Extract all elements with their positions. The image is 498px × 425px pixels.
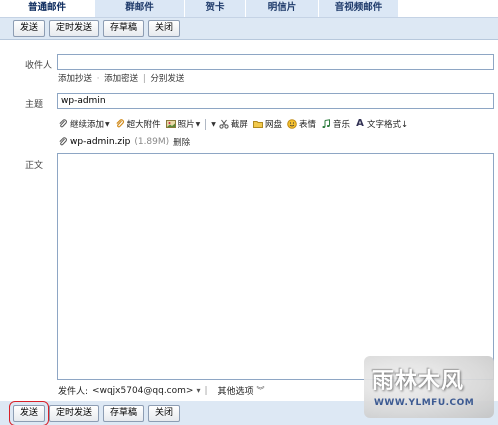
text-format-button[interactable]: A 文字格式↓ xyxy=(355,118,409,131)
sender-address[interactable]: <wqjx5704@qq.com> xyxy=(92,386,193,396)
recipient-input[interactable] xyxy=(57,54,494,70)
tab-video-mail[interactable]: 音视频邮件 xyxy=(319,0,399,17)
smiley-icon xyxy=(287,119,297,129)
watermark-title: 雨林木风 xyxy=(372,369,465,394)
attachment-size: (1.89M) xyxy=(134,137,170,147)
photo-button[interactable]: 照片 ▼ xyxy=(165,118,201,130)
chevron-down-icon[interactable]: ▼ xyxy=(211,121,216,128)
other-options-link[interactable]: 其他选项 xyxy=(218,384,254,397)
continue-add-button[interactable]: 继续添加 ▼ xyxy=(58,118,110,130)
chevron-down-icon[interactable]: ▼ xyxy=(105,121,110,128)
continue-add-label: 继续添加 xyxy=(70,120,105,130)
attachment-item: wp-admin.zip (1.89M) 删除 xyxy=(58,136,190,148)
tab-group-mail[interactable]: 群邮件 xyxy=(95,0,185,17)
attachment-toolbar: 继续添加 ▼ 超大附件 照片 ▼ ▼ 截屏 网盘 表情 音乐 A 文字格式↓ xyxy=(58,118,413,130)
add-cc-link[interactable]: 添加抄送 xyxy=(58,74,92,84)
subject-label: 主题 xyxy=(25,100,44,110)
delete-attachment-link[interactable]: 删除 xyxy=(173,136,190,148)
attachment-filename: wp-admin.zip xyxy=(70,137,131,147)
super-attachment-button[interactable]: 超大附件 xyxy=(115,118,161,130)
large-attachment-icon xyxy=(115,119,125,129)
screenshot-label: 截屏 xyxy=(230,120,248,130)
music-button[interactable]: 音乐 xyxy=(321,118,350,130)
music-label: 音乐 xyxy=(332,120,350,130)
photo-label: 照片 xyxy=(177,120,195,130)
netdisk-button[interactable]: 网盘 xyxy=(252,118,282,130)
text-format-label: 文字格式↓ xyxy=(366,120,409,130)
music-note-icon xyxy=(321,119,331,129)
super-attachment-label: 超大附件 xyxy=(126,120,161,130)
photo-icon xyxy=(165,119,176,129)
sender-row: 发件人: <wqjx5704@qq.com> ▾ | 其他选项 ︾ xyxy=(58,384,265,398)
add-bcc-link[interactable]: 添加密送 xyxy=(104,74,138,84)
recipient-label: 收件人 xyxy=(25,61,53,71)
save-draft-button[interactable]: 存草稿 xyxy=(103,20,145,37)
mail-type-tabs: 普通邮件 群邮件 贺卡 明信片 音视频邮件 xyxy=(0,0,498,17)
close-button[interactable]: 关闭 xyxy=(148,20,181,37)
tab-greeting-card[interactable]: 贺卡 xyxy=(185,0,246,17)
tab-bar-filler xyxy=(399,0,498,17)
separate-send-link[interactable]: 分别发送 xyxy=(150,74,184,84)
recipient-links: 添加抄送 · 添加密送 | 分别发送 xyxy=(58,72,184,84)
text-format-icon: A xyxy=(356,118,364,129)
tab-postcard[interactable]: 明信片 xyxy=(246,0,319,17)
compose-form: 收件人 添加抄送 · 添加密送 | 分别发送 主题 wp-admin 继续添加 … xyxy=(0,39,498,401)
chevron-down-icon[interactable]: ▾ xyxy=(196,386,200,395)
save-draft-button[interactable]: 存草稿 xyxy=(103,404,145,422)
subject-input[interactable]: wp-admin xyxy=(57,93,494,109)
scissors-icon xyxy=(219,119,229,129)
body-editor[interactable] xyxy=(57,153,494,380)
watermark-url: WWW.YLMFU.COM xyxy=(374,398,475,408)
emoji-label: 表情 xyxy=(298,120,316,130)
double-chevron-down-icon[interactable]: ︾ xyxy=(257,385,265,396)
toolbar-divider xyxy=(205,118,207,130)
close-button[interactable]: 关闭 xyxy=(148,404,181,422)
chevron-down-icon[interactable]: ▼ xyxy=(196,121,201,128)
tab-normal-mail[interactable]: 普通邮件 xyxy=(0,0,95,17)
screenshot-button[interactable]: ▼ 截屏 xyxy=(210,118,248,130)
scheduled-send-button[interactable]: 定时发送 xyxy=(49,404,100,422)
send-button[interactable]: 发送 xyxy=(8,400,50,425)
link-separator: · xyxy=(96,74,100,84)
body-label: 正文 xyxy=(25,161,44,171)
send-button[interactable]: 发送 xyxy=(13,20,46,37)
paperclip-icon xyxy=(58,137,68,147)
top-toolbar: 发送 定时发送 存草稿 关闭 xyxy=(0,17,498,39)
scheduled-send-button[interactable]: 定时发送 xyxy=(49,20,100,37)
watermark-logo: 雨林木风 WWW.YLMFU.COM xyxy=(364,356,494,418)
sender-label: 发件人: xyxy=(58,387,89,397)
folder-icon xyxy=(252,119,263,129)
link-separator: | xyxy=(142,74,146,84)
paperclip-icon xyxy=(58,119,68,129)
emoji-button[interactable]: 表情 xyxy=(287,118,316,130)
netdisk-label: 网盘 xyxy=(264,120,282,130)
sender-separator: | xyxy=(204,385,208,396)
